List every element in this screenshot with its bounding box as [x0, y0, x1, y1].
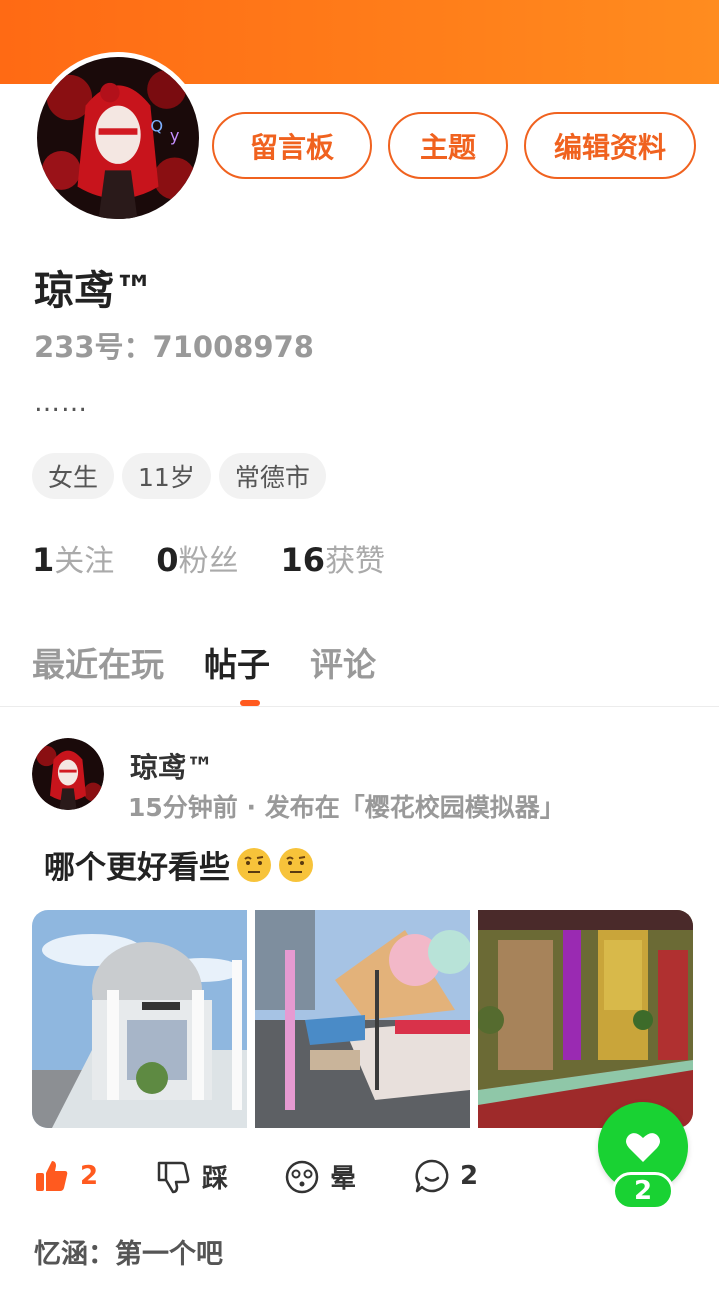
- stat-followers[interactable]: 0粉丝: [156, 536, 238, 580]
- top-comment[interactable]: 忆涵：第一个吧: [34, 1232, 223, 1271]
- profile-bio: ……: [34, 388, 88, 418]
- post-author-avatar[interactable]: [32, 738, 104, 810]
- heart-icon: [626, 1133, 660, 1162]
- floating-like-count: 2: [612, 1172, 674, 1210]
- stat-following-value: 1: [32, 541, 55, 579]
- tag-city: 常德市: [218, 453, 326, 499]
- stat-likes-label: 获赞: [325, 544, 386, 579]
- comment-count: 2: [460, 1161, 479, 1191]
- dizzy-face-icon: [285, 1160, 319, 1193]
- stat-likes-value: 16: [280, 541, 326, 579]
- profile-avatar[interactable]: Q y: [32, 52, 204, 224]
- svg-text:Q: Q: [150, 117, 163, 136]
- tab-comments[interactable]: 评论: [310, 638, 376, 686]
- post-image-2[interactable]: [255, 910, 470, 1128]
- post-images: [32, 910, 693, 1128]
- comment-bubble-icon: [415, 1159, 449, 1193]
- profile-tags: 女生 11岁 常德市: [32, 453, 326, 499]
- avatar-image: Q y: [37, 57, 199, 219]
- raised-eyebrow-emoji-icon: [237, 847, 271, 882]
- post-content: 哪个更好看些: [44, 842, 314, 887]
- profile-username: 琼鸢™: [34, 268, 154, 314]
- svg-text:y: y: [170, 126, 180, 145]
- stat-following-label: 关注: [54, 544, 115, 579]
- stat-followers-value: 0: [156, 541, 179, 579]
- post-image-1[interactable]: [32, 910, 247, 1128]
- post-text: 哪个更好看些: [44, 850, 230, 886]
- post-actions: 2 踩 晕 2: [34, 1158, 494, 1208]
- like-button[interactable]: 2: [34, 1158, 98, 1194]
- message-board-button[interactable]: 留言板: [212, 112, 372, 179]
- profile-user-id: 233号：71008978: [34, 330, 314, 364]
- tag-age: 11岁: [122, 453, 211, 499]
- tab-recently-played[interactable]: 最近在玩: [32, 638, 164, 686]
- tab-posts[interactable]: 帖子: [204, 638, 270, 686]
- avatar-image: [32, 738, 104, 810]
- thumbs-down-icon: [157, 1161, 190, 1193]
- stat-following[interactable]: 1关注: [32, 536, 114, 580]
- stat-likes[interactable]: 16获赞: [281, 536, 386, 580]
- dizzy-label: 晕: [330, 1164, 357, 1194]
- stat-followers-label: 粉丝: [178, 544, 239, 579]
- theme-button[interactable]: 主题: [388, 112, 508, 179]
- tag-gender: 女生: [32, 453, 115, 499]
- post-meta: 15分钟前 · 发布在「樱花校园模拟器」: [128, 793, 565, 822]
- comment-button[interactable]: 2: [414, 1158, 478, 1194]
- profile-stats: 1关注 0粉丝 16获赞: [32, 536, 385, 580]
- post-image-3[interactable]: [478, 910, 693, 1128]
- post-author-name[interactable]: 琼鸢™: [130, 746, 214, 786]
- profile-tabs: 最近在玩 帖子 评论: [32, 638, 376, 686]
- dislike-label: 踩: [202, 1164, 229, 1194]
- raised-eyebrow-emoji-icon: [279, 847, 313, 882]
- dizzy-button[interactable]: 晕: [284, 1158, 356, 1195]
- dislike-button[interactable]: 踩: [156, 1158, 228, 1195]
- like-count: 2: [80, 1161, 99, 1191]
- post-card[interactable]: 琼鸢™ 15分钟前 · 发布在「樱花校园模拟器」 哪个更好看些 2 踩 晕 2 …: [0, 706, 719, 1291]
- thumbs-up-icon: [36, 1161, 68, 1191]
- edit-profile-button[interactable]: 编辑资料: [524, 112, 696, 179]
